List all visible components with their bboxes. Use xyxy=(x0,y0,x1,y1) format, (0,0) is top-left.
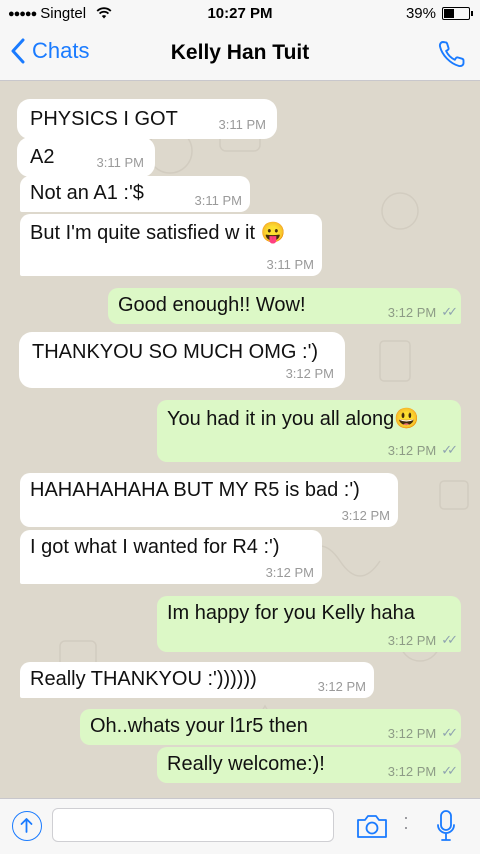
message-time: 3:11 PM xyxy=(194,193,242,208)
message-bubble-incoming[interactable]: THANKYOU SO MUCH OMG :') 3:12 PM xyxy=(22,335,342,385)
read-receipt-icon: ✓✓ xyxy=(441,632,458,647)
share-arrow-icon[interactable] xyxy=(12,811,42,841)
read-receipt-icon: ✓✓ xyxy=(441,725,458,740)
message-bubble-outgoing[interactable]: You had it in you all along😃 3:12 PM ✓✓ xyxy=(157,400,461,462)
message-time: 3:12 PM xyxy=(387,725,437,741)
message-bubble-outgoing[interactable]: Really welcome:)! 3:12 PM ✓✓ xyxy=(157,747,461,783)
chat-area[interactable]: PHYSICS I GOT 3:11 PM A2 3:11 PM Not an … xyxy=(0,81,480,798)
message-bubble-incoming[interactable]: A2 3:11 PM xyxy=(20,140,152,174)
message-text: Oh..whats your l1r5 then xyxy=(90,715,308,737)
message-bubble-incoming[interactable]: I got what I wanted for R4 :') 3:12 PM xyxy=(20,530,322,584)
phone-icon[interactable] xyxy=(436,38,468,70)
message-time: 3:12 PM xyxy=(317,679,366,694)
back-button[interactable]: Chats xyxy=(10,38,89,64)
message-meta: 3:12 PM ✓✓ xyxy=(387,442,458,458)
battery-status: 39% xyxy=(405,5,473,22)
status-bar: ●●●●● Singtel 10:27 PM 39% xyxy=(0,0,480,28)
message-text: PHYSICS I GOT xyxy=(30,108,178,130)
read-receipt-icon: ✓✓ xyxy=(441,304,458,319)
battery-icon xyxy=(442,7,473,20)
message-time: 3:12 PM xyxy=(387,632,437,648)
message-input-bar: · · xyxy=(0,798,480,854)
message-time: 3:11 PM xyxy=(96,155,144,170)
message-bubble-incoming[interactable]: Really THANKYOU :')))))) 3:12 PM xyxy=(20,662,374,698)
camera-icon[interactable] xyxy=(356,813,388,839)
read-receipt-icon: ✓✓ xyxy=(441,442,458,457)
message-text: But I'm quite satisfied w it 😛 xyxy=(30,222,286,244)
arrow-up-icon xyxy=(20,818,33,833)
message-time: 3:12 PM xyxy=(265,565,314,580)
message-time: 3:12 PM xyxy=(387,442,437,458)
more-options-icon[interactable]: · · xyxy=(403,808,409,836)
message-time: 3:11 PM xyxy=(266,257,314,272)
message-text: I got what I wanted for R4 :') xyxy=(30,536,280,558)
message-time: 3:11 PM xyxy=(218,117,266,132)
message-time: 3:12 PM xyxy=(387,763,437,779)
read-receipt-icon: ✓✓ xyxy=(441,763,458,778)
message-text: Really THANKYOU :')))))) xyxy=(30,668,257,690)
back-label: Chats xyxy=(32,38,90,63)
message-text: Not an A1 :'$ xyxy=(30,182,144,204)
battery-level-fill xyxy=(444,9,455,18)
message-text: A2 xyxy=(30,146,55,168)
chat-header: Chats Kelly Han Tuit xyxy=(0,28,480,81)
message-meta: 3:12 PM ✓✓ xyxy=(387,304,458,320)
message-text: Im happy for you Kelly haha xyxy=(167,602,415,624)
message-bubble-incoming[interactable]: HAHAHAHAHA BUT MY R5 is bad :') 3:12 PM xyxy=(20,473,398,527)
message-time: 3:12 PM xyxy=(387,304,437,320)
message-bubble-incoming[interactable]: But I'm quite satisfied w it 😛 3:11 PM xyxy=(20,214,322,276)
message-text: THANKYOU SO MUCH OMG :') xyxy=(32,341,319,363)
chevron-left-icon xyxy=(11,38,25,64)
message-bubble-incoming[interactable]: Not an A1 :'$ 3:11 PM xyxy=(20,176,250,212)
message-bubble-outgoing[interactable]: Im happy for you Kelly haha 3:12 PM ✓✓ xyxy=(157,596,461,652)
message-text: Really welcome:)! xyxy=(167,753,325,775)
message-text: You had it in you all along😃 xyxy=(167,408,420,430)
message-bubble-outgoing[interactable]: Oh..whats your l1r5 then 3:12 PM ✓✓ xyxy=(80,709,461,745)
message-meta: 3:12 PM ✓✓ xyxy=(387,763,458,779)
message-input[interactable] xyxy=(52,808,334,842)
message-text: Good enough!! Wow! xyxy=(118,294,306,316)
battery-percent: 39% xyxy=(405,5,436,22)
message-bubble-outgoing[interactable]: Good enough!! Wow! 3:12 PM ✓✓ xyxy=(108,288,461,324)
message-meta: 3:12 PM ✓✓ xyxy=(387,632,458,648)
message-meta: 3:12 PM ✓✓ xyxy=(387,725,458,741)
message-text: HAHAHAHAHA BUT MY R5 is bad :') xyxy=(30,479,360,501)
message-time: 3:12 PM xyxy=(285,366,334,381)
message-bubble-incoming[interactable]: PHYSICS I GOT 3:11 PM xyxy=(20,102,274,136)
message-time: 3:12 PM xyxy=(341,508,390,523)
microphone-icon[interactable] xyxy=(436,810,456,842)
